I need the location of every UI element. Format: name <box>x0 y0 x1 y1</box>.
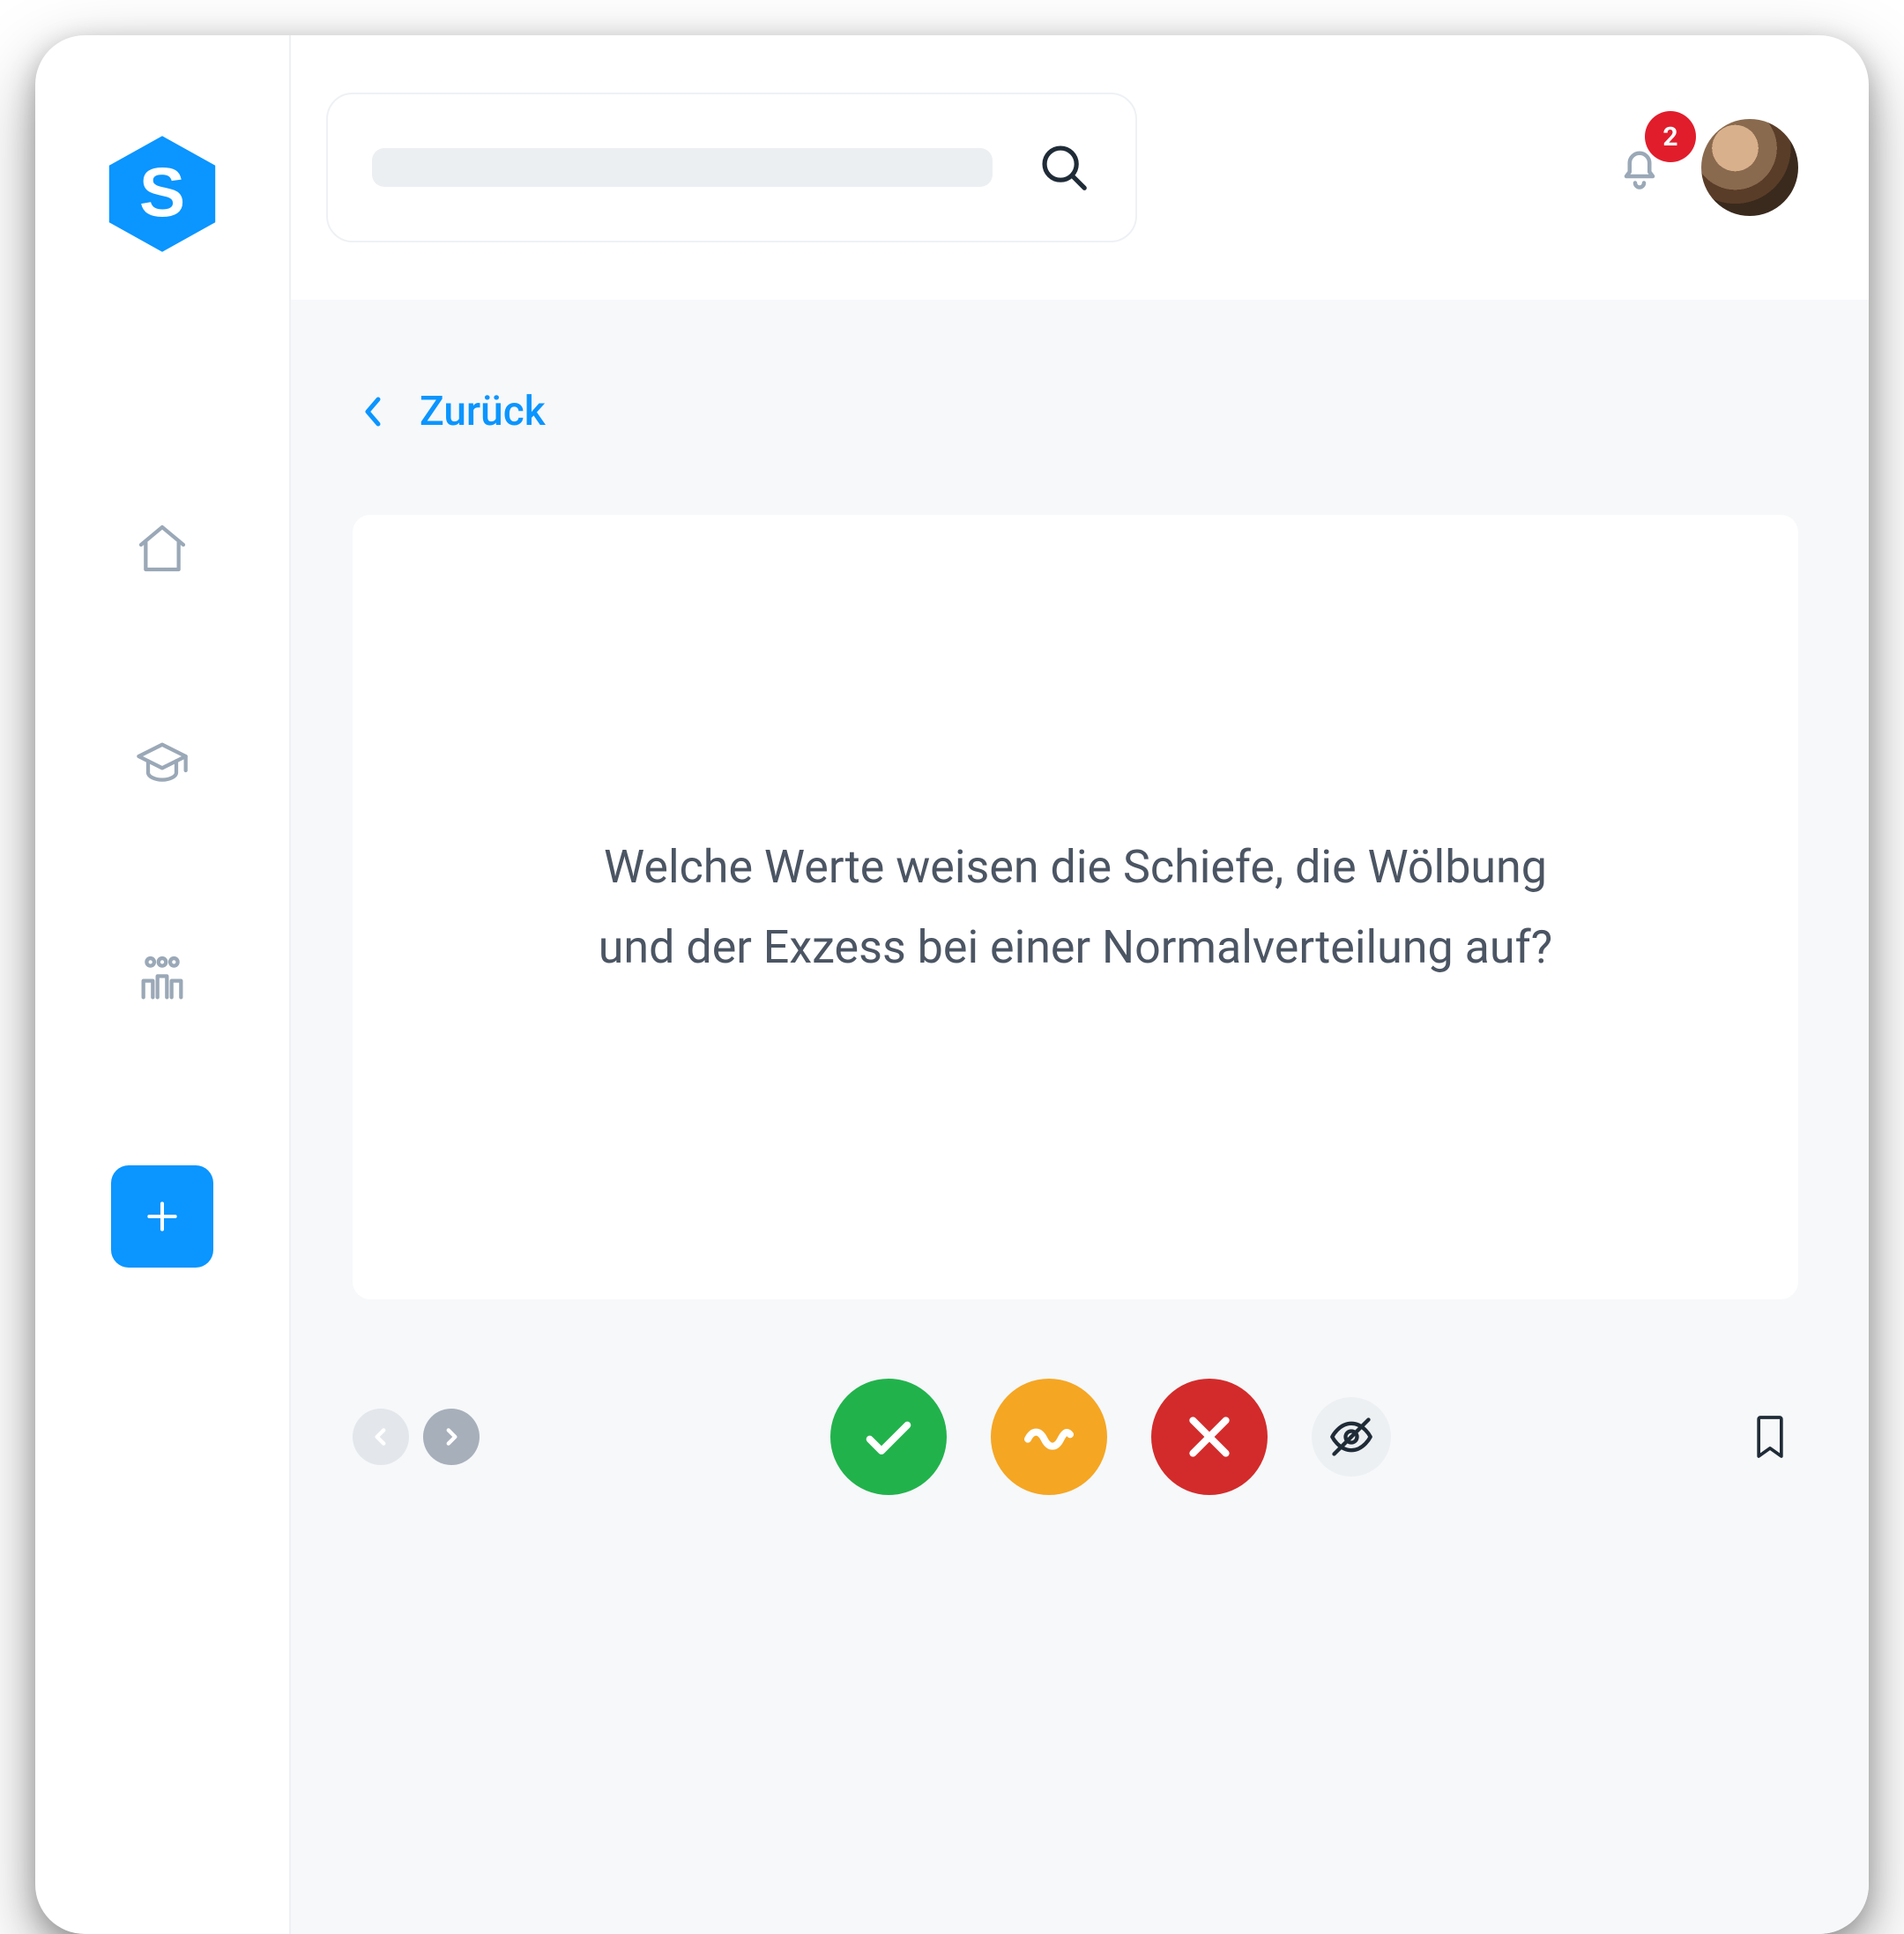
topbar: 2 <box>291 35 1869 300</box>
notifications-badge: 2 <box>1645 111 1696 162</box>
add-button[interactable] <box>111 1165 213 1268</box>
pager-prev-button <box>353 1409 409 1465</box>
chevron-left-icon <box>369 1425 392 1448</box>
correct-button[interactable] <box>830 1379 947 1495</box>
partial-button[interactable] <box>991 1379 1107 1495</box>
flashcard: Welche Werte weisen die Schiefe, die Wöl… <box>353 515 1798 1299</box>
app-frame: S <box>35 35 1869 1934</box>
app-logo: S <box>100 132 224 256</box>
back-label: Zurück <box>420 388 546 435</box>
pager-next-button[interactable] <box>423 1409 480 1465</box>
chevron-left-icon <box>361 394 384 429</box>
answer-actions <box>480 1379 1742 1495</box>
bottom-controls <box>353 1379 1798 1495</box>
sidebar: S <box>35 35 291 1934</box>
avatar[interactable] <box>1701 119 1798 216</box>
content-area: Zurück Welche Werte weisen die Schiefe, … <box>291 300 1869 1934</box>
people-icon[interactable] <box>134 950 190 1007</box>
eye-off-icon <box>1328 1414 1374 1460</box>
notifications-button[interactable]: 2 <box>1613 141 1666 194</box>
check-icon <box>860 1409 917 1465</box>
bookmark-button[interactable] <box>1742 1409 1798 1465</box>
main-column: 2 Zurück Welche Werte weisen die Schiefe… <box>291 35 1869 1934</box>
sidebar-nav <box>134 520 190 1007</box>
back-link[interactable]: Zurück <box>361 388 1798 435</box>
home-icon[interactable] <box>134 520 190 576</box>
logo-letter: S <box>139 153 185 231</box>
graduation-cap-icon[interactable] <box>134 735 190 792</box>
wave-icon <box>1021 1409 1077 1465</box>
chevron-right-icon <box>440 1425 463 1448</box>
wrong-button[interactable] <box>1151 1379 1268 1495</box>
search-icon <box>1037 140 1091 195</box>
flashcard-question: Welche Werte weisen die Schiefe, die Wöl… <box>591 827 1560 987</box>
search-placeholder-bar <box>372 148 993 187</box>
bookmark-icon <box>1751 1412 1789 1462</box>
hide-button[interactable] <box>1312 1397 1391 1477</box>
pager <box>353 1409 480 1465</box>
cross-icon <box>1181 1409 1238 1465</box>
search-input[interactable] <box>326 93 1137 242</box>
